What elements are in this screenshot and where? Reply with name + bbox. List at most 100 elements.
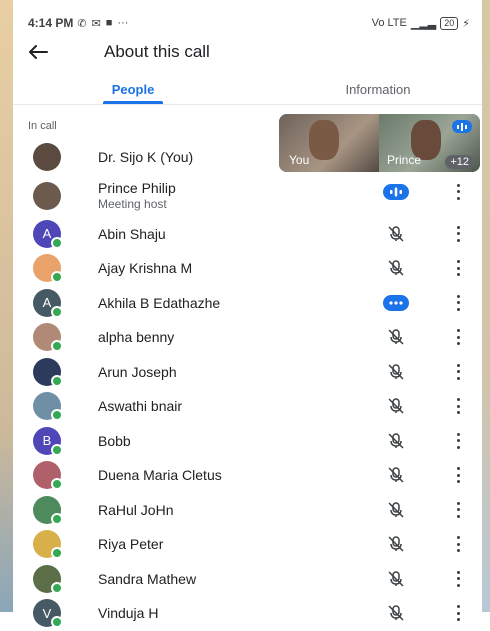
participant-row[interactable]: V Vinduja H <box>13 596 482 631</box>
dot-icon <box>456 411 460 414</box>
participant-row[interactable]: Duena Maria Cletus <box>13 458 482 493</box>
more-options-button[interactable] <box>453 294 463 311</box>
dot-icon <box>456 335 460 339</box>
avatar-letter: B <box>42 433 52 449</box>
participant-row[interactable]: B Bobb <box>13 424 482 459</box>
dot-icon <box>456 266 460 270</box>
more-options-button[interactable] <box>453 398 463 414</box>
dot-icon <box>456 577 460 580</box>
dot-icon <box>456 190 460 193</box>
more-options-button[interactable] <box>453 501 463 518</box>
tab-divider <box>13 104 482 105</box>
online-dot-icon <box>51 236 63 249</box>
back-button[interactable] <box>28 38 68 66</box>
avatar-photo <box>33 392 63 422</box>
tab-information[interactable]: Information <box>313 74 443 104</box>
dot-icon <box>456 404 460 408</box>
avatar-photo <box>33 254 63 284</box>
participant-info: Sandra Mathew <box>98 571 196 587</box>
dot-icon <box>456 501 460 505</box>
mic-off-icon <box>388 363 404 380</box>
participant-row[interactable]: Aswathi bnair <box>13 389 482 424</box>
mic-off-icon <box>388 260 404 276</box>
dot-icon <box>456 183 460 187</box>
participant-row[interactable]: Dr. Sijo K (You) <box>13 140 482 175</box>
participant-info: Aswathi bnair <box>98 398 182 414</box>
more-options-button[interactable] <box>453 570 463 587</box>
mic-status <box>385 397 407 415</box>
participant-name: Ajay Krishna M <box>98 260 193 277</box>
participant-name: Bobb <box>98 432 131 449</box>
more-options-button[interactable] <box>453 363 463 380</box>
dot-icon <box>456 232 460 235</box>
background-strip-left <box>0 0 13 612</box>
participant-name: Vinduja H <box>98 605 159 622</box>
dot-icon <box>456 376 460 380</box>
more-options-button[interactable] <box>453 432 463 449</box>
avatar-photo <box>33 323 63 353</box>
avatar-letter: A <box>42 226 52 242</box>
participant-row[interactable]: Prince Philip Meeting host <box>13 175 482 217</box>
more-options-button[interactable] <box>453 260 463 276</box>
mic-off-icon <box>388 467 404 483</box>
gmail-icon: ✉ <box>91 17 101 30</box>
participant-row[interactable]: RaHul JoHn <box>13 493 482 528</box>
dot-icon <box>456 301 460 304</box>
participant-info: RaHul JoHn <box>98 502 173 518</box>
participant-name: RaHul JoHn <box>98 501 174 518</box>
participant-name: Arun Joseph <box>98 363 177 380</box>
more-options-button[interactable] <box>453 329 463 345</box>
mic-status <box>385 432 407 450</box>
notification-icon: ■ <box>105 17 113 29</box>
tab-people[interactable]: People <box>83 74 183 104</box>
avatar: B <box>33 426 63 456</box>
participant-row[interactable]: Ajay Krishna M <box>13 251 482 286</box>
online-dot-icon <box>51 581 63 594</box>
participant-info: Akhila B Edathazhe <box>98 295 220 311</box>
avatar-letter: V <box>42 605 52 621</box>
dot-icon <box>456 273 460 276</box>
dot-icon <box>456 473 460 477</box>
avatar: V <box>33 599 63 629</box>
participant-role: Meeting host <box>98 197 167 211</box>
more-options-button[interactable] <box>453 605 463 621</box>
dot-icon <box>456 238 460 242</box>
dot-icon <box>456 225 460 229</box>
participant-row[interactable]: Sandra Mathew <box>13 562 482 597</box>
online-dot-icon <box>51 409 63 422</box>
more-options-button[interactable] <box>453 536 463 552</box>
online-dot-icon <box>51 340 63 353</box>
dot-icon <box>456 363 460 367</box>
more-options-button[interactable] <box>453 225 463 242</box>
avatar: A <box>33 288 63 318</box>
dot-icon <box>456 329 460 332</box>
online-dot-icon <box>51 305 63 318</box>
dot-icon <box>456 260 460 263</box>
more-options-button[interactable] <box>453 183 463 200</box>
online-dot-icon <box>51 616 63 629</box>
participant-row[interactable]: A Abin Shaju <box>13 217 482 252</box>
participant-name: Abin Shaju <box>98 225 166 242</box>
dot-icon <box>456 370 460 373</box>
connecting-icon <box>389 300 403 305</box>
participant-info: Ajay Krishna M <box>98 260 192 276</box>
participant-info: Dr. Sijo K (You) <box>98 149 193 165</box>
status-overflow: ··· <box>117 17 129 29</box>
avatar-photo <box>33 530 63 560</box>
participant-row[interactable]: alpha benny <box>13 320 482 355</box>
online-dot-icon <box>51 271 63 284</box>
more-options-button[interactable] <box>453 467 463 483</box>
mic-status <box>383 294 409 311</box>
mic-status <box>385 501 407 519</box>
whatsapp-icon: ✆ <box>77 17 87 30</box>
participant-name: Prince Philip <box>98 180 176 196</box>
participant-row[interactable]: A Akhila B Edathazhe <box>13 286 482 321</box>
participant-row[interactable]: Arun Joseph <box>13 355 482 390</box>
participant-info: Abin Shaju <box>98 226 166 242</box>
dot-icon <box>456 549 460 552</box>
mic-off-icon <box>388 329 404 345</box>
status-time: 4:14 PM <box>28 16 74 30</box>
participant-row[interactable]: Riya Peter <box>13 527 482 562</box>
avatar-photo <box>33 181 61 210</box>
participant-name: Duena Maria Cletus <box>98 467 222 484</box>
